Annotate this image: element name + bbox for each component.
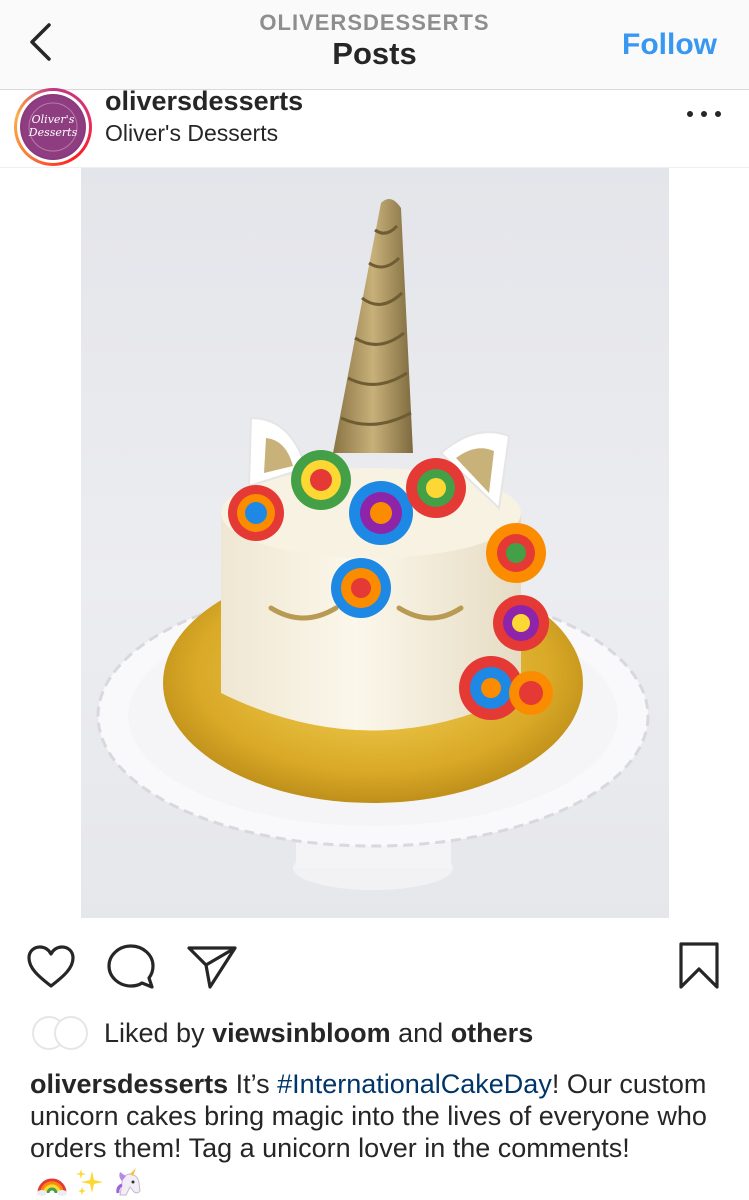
post-photo[interactable] [81,168,669,918]
liked-by-joiner: and [390,1018,451,1048]
nav-header: OLIVERSDESSERTS Posts Follow [0,0,749,90]
like-button[interactable] [26,944,76,990]
more-dot-icon [715,111,721,117]
likes-summary[interactable]: Liked by viewsinbloom and others [30,1014,730,1054]
rainbow-emoji [37,1178,67,1196]
logo-image: Oliver's Desserts [22,96,84,158]
more-options-button[interactable] [687,102,721,126]
unicorn-emoji [116,1167,141,1196]
post-header: Oliver's Desserts oliversdesserts Oliver… [0,86,749,168]
caption-username[interactable]: oliversdesserts [30,1069,228,1099]
avatar[interactable]: Oliver's Desserts [14,88,92,166]
follow-button[interactable]: Follow [622,28,717,62]
caption-emojis [36,1167,144,1197]
liker-avatar [54,1016,88,1050]
save-button[interactable] [677,941,721,991]
caption-hashtag[interactable]: #InternationalCakeDay [277,1069,552,1099]
more-dot-icon [701,111,707,117]
comment-button[interactable] [106,943,156,991]
caption-text-before: It’s [228,1069,278,1099]
post-caption: oliversdesserts It’s #InternationalCakeD… [30,1068,730,1197]
more-dot-icon [687,111,693,117]
liked-by-prefix: Liked by [104,1018,213,1048]
bookmark-icon [679,942,719,989]
sparkles-emoji [76,1168,103,1195]
unicorn-cake-image [96,199,650,890]
svg-text:Desserts: Desserts [28,126,78,139]
liker-username[interactable]: viewsinbloom [212,1018,391,1048]
liked-by-text: Liked by viewsinbloom and others [104,1018,533,1049]
avatar-logo: Oliver's Desserts [20,94,86,160]
comment-icon [107,944,155,989]
svg-text:Oliver's: Oliver's [32,113,75,126]
liked-by-others[interactable]: others [451,1018,534,1048]
post-display-name: Oliver's Desserts [105,120,279,146]
paper-plane-icon [187,946,237,989]
heart-icon [27,945,75,988]
post-username[interactable]: oliversdesserts [105,86,303,117]
share-button[interactable] [186,944,238,990]
